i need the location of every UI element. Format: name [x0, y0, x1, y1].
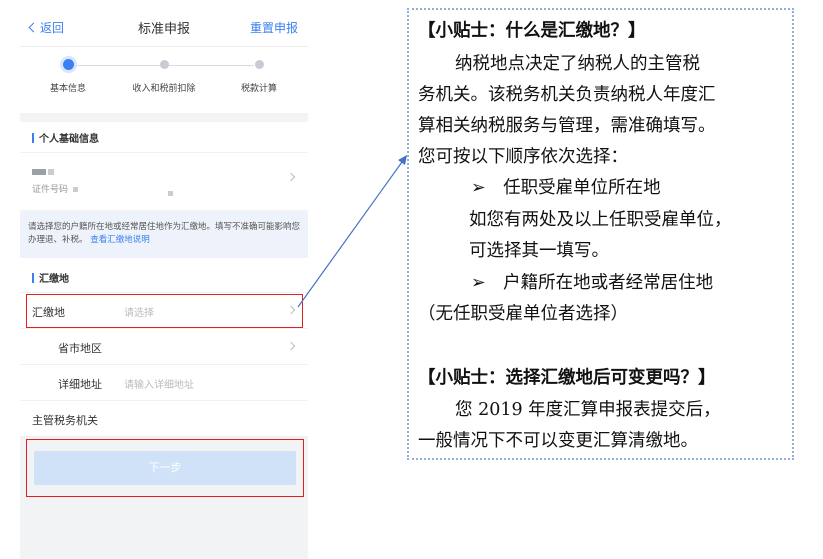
tip-text: 如您有两处及以上任职受雇单位，	[469, 210, 732, 230]
tip-text: 您可按以下顺序依次选择：	[418, 147, 628, 167]
tip-heading-2: 【小贴士：选择汇缴地后可变更吗？】	[418, 368, 716, 388]
tip-bullet: ➢ 任职受雇单位所在地	[471, 178, 661, 198]
tip-text: 一般情况下不可以变更汇算清缴地。	[418, 431, 698, 451]
tip-heading-1: 【小贴士：什么是汇缴地？】	[418, 21, 646, 41]
tips-panel: 【小贴士：什么是汇缴地？】 纳税地点决定了纳税人的主管税 务机关。该税务机关负责…	[407, 8, 794, 460]
tip-text: 您 2019 年度汇算申报表提交后，	[455, 400, 721, 420]
tip-text: （无任职受雇单位者选择）	[418, 304, 628, 324]
tip-text: 纳税地点决定了纳税人的主管税	[455, 54, 700, 74]
tip-bullet: ➢ 户籍所在地或者经常居住地	[471, 273, 714, 293]
tip-text: 务机关。该税务机关负责纳税人年度汇	[418, 85, 716, 105]
tip-text: 算相关纳税服务与管理，需准确填写。	[418, 116, 716, 136]
tip-text: 可选择其一填写。	[469, 241, 609, 261]
